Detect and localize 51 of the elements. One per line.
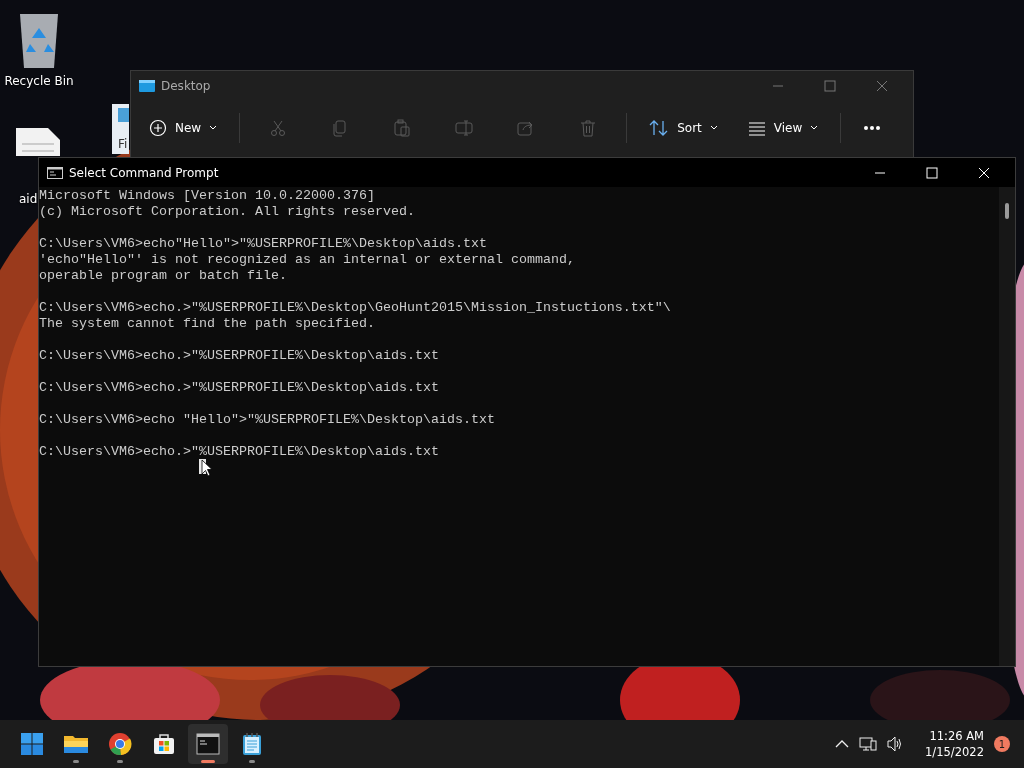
console-line: C:\Users\VM6>echo.>"%USERPROFILE%\Desktop\aids.txt xyxy=(39,380,440,396)
console-line: Microsoft Windows [Version 10.0.22000.376] xyxy=(39,188,376,204)
console-line: C:\Users\VM6>echo.>"%USERPROFILE%\Desktop\aids.txt xyxy=(39,444,440,460)
rename-icon xyxy=(455,119,474,137)
scrollbar[interactable] xyxy=(999,187,1015,666)
caret-icon xyxy=(709,125,718,131)
console-icon xyxy=(196,733,220,755)
trash-icon xyxy=(579,119,598,137)
date-text: 1/15/2022 xyxy=(925,744,984,760)
caret-icon xyxy=(810,125,819,131)
start-icon xyxy=(20,732,44,756)
console-line: operable program or batch file. xyxy=(39,268,288,284)
folder-icon xyxy=(63,733,89,755)
file-icon[interactable] xyxy=(16,128,60,156)
volume-icon[interactable] xyxy=(887,736,904,752)
icon-label[interactable]: Fi xyxy=(118,137,128,151)
shopping-bag-icon xyxy=(152,732,176,756)
network-icon[interactable] xyxy=(859,736,878,752)
window-title: Desktop xyxy=(161,79,211,93)
console-line: The system cannot find the path specified. xyxy=(39,316,376,332)
sort-button[interactable]: Sort xyxy=(641,112,726,144)
console-app-icon xyxy=(47,166,63,179)
console-line: C:\Users\VM6>echo "Hello">"%USERPROFILE%\Desktop\aids.txt xyxy=(39,412,496,428)
plus-circle-icon xyxy=(149,119,167,137)
list-icon xyxy=(747,119,766,137)
browser-icon xyxy=(108,732,132,756)
chevron-up-icon[interactable] xyxy=(835,739,850,749)
console-line: (c) Microsoft Corporation. All rights reserved. xyxy=(39,204,416,220)
notepad-icon xyxy=(242,732,262,756)
icon-label[interactable]: Recycle Bin xyxy=(4,74,74,88)
notification-badge[interactable]: 1 xyxy=(994,736,1010,752)
window-title: Select Command Prompt xyxy=(69,165,219,180)
console-line: 'echo"Hello"' is not recognized as an internal or external command, xyxy=(39,252,576,268)
time-text: 11:26 AM xyxy=(929,728,984,744)
terminal-taskbar-button[interactable] xyxy=(188,724,228,764)
caret-icon xyxy=(209,125,218,131)
scissors-icon xyxy=(269,119,288,137)
console-line: C:\Users\VM6>echo"Hello">"%USERPROFILE%\Desktop\aids.txt xyxy=(39,236,488,252)
clock[interactable]: 11:26 AM 1/15/2022 xyxy=(925,728,984,760)
scrollbar-thumb[interactable] xyxy=(1005,203,1009,219)
more-icon xyxy=(863,125,882,131)
new-button[interactable]: New xyxy=(141,112,226,144)
mouse-pointer-icon xyxy=(201,459,213,477)
sort-icon xyxy=(649,119,670,137)
view-button[interactable]: View xyxy=(739,112,827,144)
folder-icon xyxy=(139,79,155,93)
console-line: C:\Users\VM6>echo.>"%USERPROFILE%\Desktop\aids.txt xyxy=(39,348,440,364)
icon-label[interactable]: aid xyxy=(16,192,38,206)
paste-icon xyxy=(393,119,412,137)
console-line: C:\Users\VM6>echo.>"%USERPROFILE%\Desktop\GeoHunt2015\Mission_Instuctions.txt"\ xyxy=(39,300,672,316)
notepad-file-icon[interactable] xyxy=(112,104,129,154)
